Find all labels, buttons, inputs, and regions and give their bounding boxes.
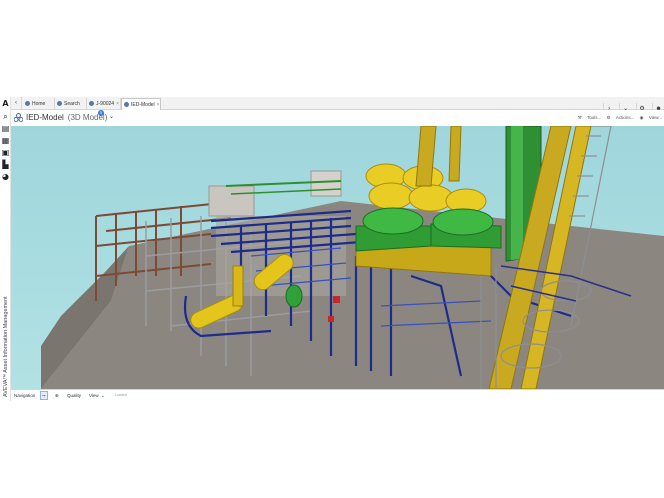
yellow-stack: [448, 126, 462, 182]
3d-model-viewport[interactable]: [11, 126, 664, 389]
chevron-down-icon[interactable]: ⌄: [101, 390, 105, 401]
model-icon: [14, 113, 23, 122]
green-column-highlight: [511, 126, 523, 260]
building-block: [208, 185, 255, 217]
tab-bar: ‹ Home Search J-90024 × IED-Model × › ⌄ ⚙ …: [11, 97, 664, 116]
page-header: IED-Model (3D Model) 5 ⌄ ⚒ Tools... ⚙ Act…: [11, 110, 664, 125]
ground-plane: [41, 201, 664, 389]
close-icon[interactable]: ×: [157, 102, 160, 108]
green-dome: [362, 207, 424, 235]
tab-home[interactable]: Home: [23, 98, 55, 110]
actions-menu[interactable]: ⚙ Actions...: [607, 115, 635, 120]
tab-search[interactable]: Search: [55, 98, 87, 110]
viewport-toolbar: Navigation ⤳ ⊕ Quality View ⌄ Loaded: [11, 389, 664, 401]
green-dome: [432, 208, 494, 236]
view-menu[interactable]: ◉ View...: [640, 115, 662, 120]
tabs-scroll-left-button[interactable]: ‹: [11, 97, 22, 110]
plant-3d-render[interactable]: [11, 126, 664, 389]
tab-j-90024[interactable]: J-90024 ×: [87, 98, 121, 110]
grid-icon[interactable]: ▦: [1, 136, 10, 145]
chevron-down-icon[interactable]: ⌄: [109, 112, 114, 123]
pie-chart-icon[interactable]: ◕: [1, 172, 10, 181]
navigation-mode-button[interactable]: ⤳: [40, 391, 48, 400]
status-text: Loaded: [115, 393, 127, 397]
red-valve: [333, 296, 340, 303]
brand-vertical-text: AVEVA™ Asset Information Management: [2, 296, 9, 397]
home-icon: [25, 101, 30, 107]
header-actions: ⚒ Tools... ⚙ Actions... ◉ View...: [574, 113, 662, 122]
view-button[interactable]: View: [89, 390, 99, 401]
object-icon: [89, 101, 94, 107]
navigation-label: Navigation: [14, 393, 36, 398]
tab-ied-model[interactable]: IED-Model ×: [121, 98, 161, 110]
left-icon-rail: A ⌕ ▤ ▦ ▣ ▙ ◕ AVEVA™ Asset Information M…: [0, 97, 11, 401]
aim-application: A ⌕ ▤ ▦ ▣ ▙ ◕ AVEVA™ Asset Information M…: [0, 97, 664, 401]
user-icon[interactable]: ▙: [1, 160, 10, 169]
aveva-logo-icon[interactable]: A: [1, 99, 10, 108]
document-icon[interactable]: ▣: [1, 148, 10, 157]
stack-icon[interactable]: ▤: [1, 124, 10, 133]
building-block: [310, 170, 342, 197]
search-icon: [57, 101, 62, 107]
yellow-column: [232, 265, 244, 307]
tab-bar-controls: › ⌄ ⚙ ☻: [602, 97, 664, 116]
green-vessel: [285, 284, 303, 308]
search-icon[interactable]: ⌕: [1, 112, 10, 121]
quality-button[interactable]: Quality: [67, 390, 81, 401]
tools-menu[interactable]: ⚒ Tools...: [578, 115, 602, 120]
page-title: IED-Model (3D Model): [26, 113, 108, 122]
red-valve: [328, 316, 334, 322]
close-icon[interactable]: ×: [116, 101, 119, 107]
model-icon: [124, 102, 129, 108]
notification-badge[interactable]: 5: [98, 110, 104, 116]
orbit-icon[interactable]: ⊕: [55, 390, 59, 401]
